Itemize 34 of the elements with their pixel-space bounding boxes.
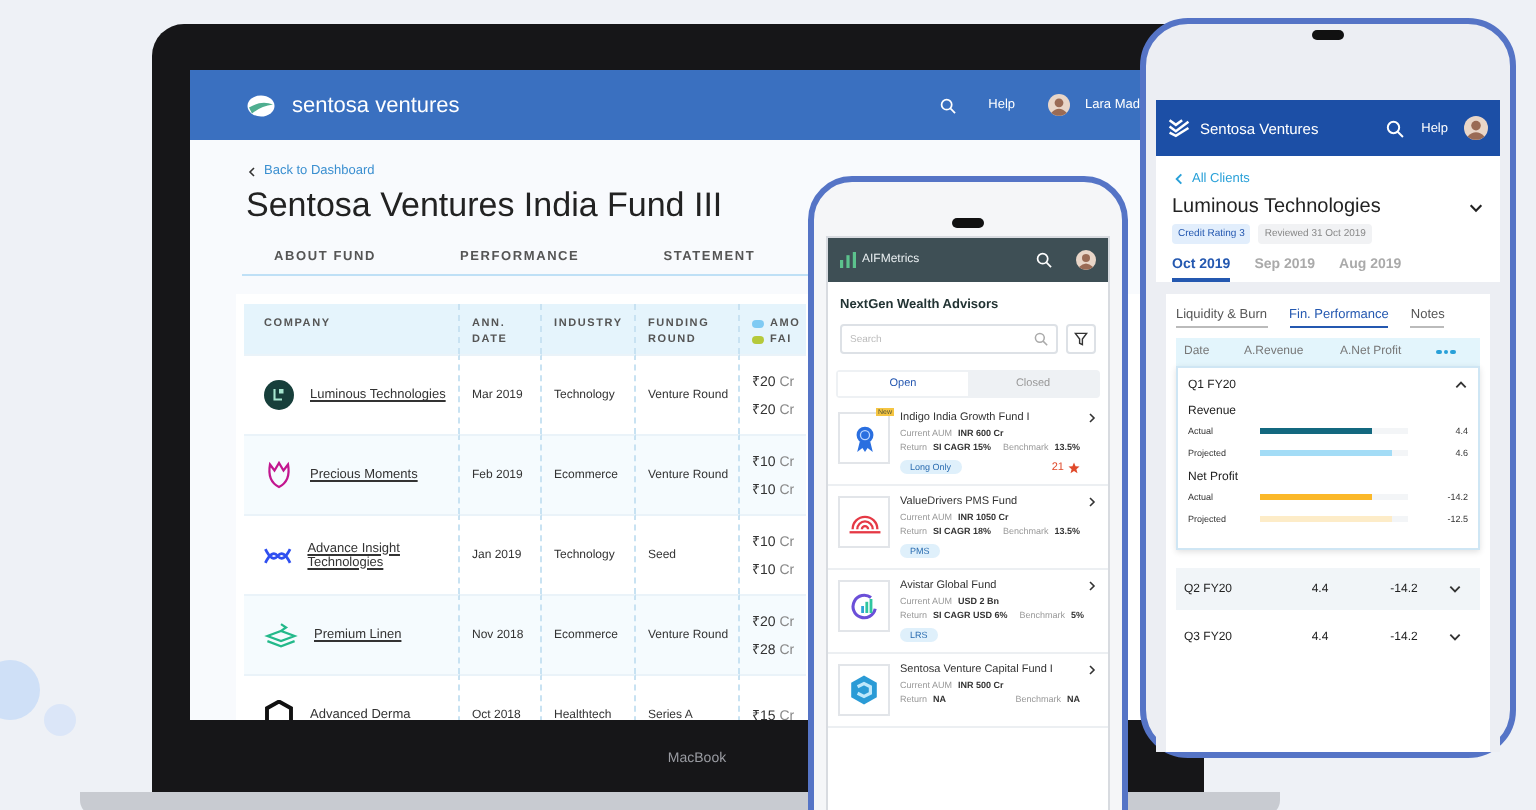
company-title: Luminous Technologies	[1172, 196, 1381, 218]
phone-speaker	[952, 218, 984, 228]
logo-icon	[246, 93, 276, 117]
company-logo-icon	[264, 460, 294, 490]
chevron-icon	[1172, 172, 1186, 186]
chevron-icon	[1086, 412, 1098, 424]
chevron-icon	[1468, 199, 1484, 215]
search-icon[interactable]	[1385, 119, 1404, 137]
company-logo-icon	[264, 621, 298, 649]
avatar-icon[interactable]	[1464, 116, 1488, 140]
fund-logo-icon	[850, 592, 878, 620]
company-logo-icon	[264, 545, 292, 565]
fund-logo-icon	[851, 423, 877, 453]
filter-icon	[1074, 332, 1088, 346]
filter-button[interactable]	[1066, 324, 1096, 354]
company-logo-icon	[264, 380, 294, 410]
chevron-icon	[1086, 496, 1098, 508]
chevron-icon	[1454, 378, 1468, 392]
fund-logo-icon	[848, 674, 880, 706]
chevron-icon	[1086, 580, 1098, 592]
search-icon[interactable]	[940, 97, 957, 113]
avatar-icon[interactable]	[1047, 94, 1070, 116]
logo-icon	[1168, 118, 1190, 138]
fund-logo-icon	[847, 511, 881, 533]
chevron-icon	[1448, 582, 1462, 596]
star-icon	[1068, 461, 1080, 473]
logo-icon	[840, 252, 856, 268]
brand-name: sentosa ventures	[292, 93, 460, 117]
chevron-icon	[246, 165, 258, 177]
chevron-icon	[1448, 630, 1462, 644]
avatar-icon[interactable]	[1076, 250, 1096, 270]
page-title: Sentosa Ventures India Fund III	[246, 186, 723, 226]
phone-speaker	[1312, 30, 1344, 40]
chevron-icon	[1086, 664, 1098, 676]
